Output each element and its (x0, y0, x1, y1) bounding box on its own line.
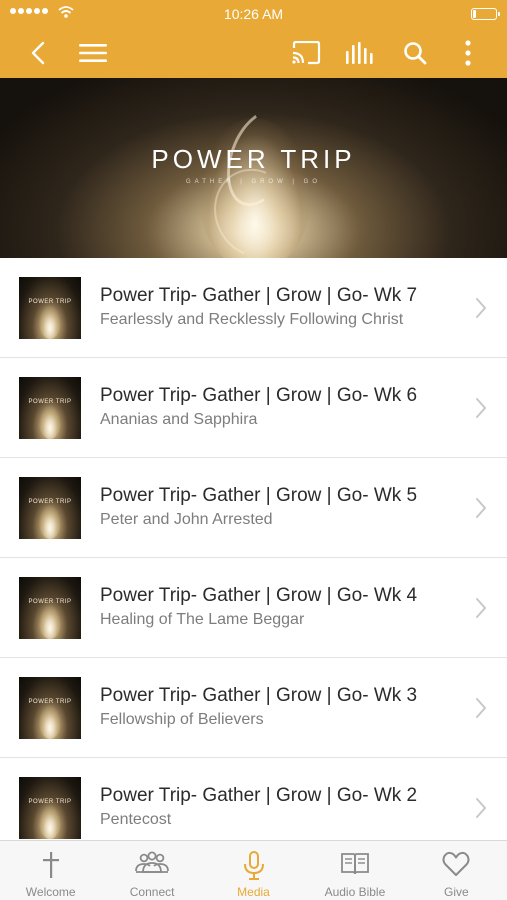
episode-thumbnail: POWER TRIP (19, 777, 81, 839)
tab-label: Connect (129, 885, 175, 899)
list-item[interactable]: POWER TRIP Power Trip- Gather | Grow | G… (0, 458, 507, 558)
banner-title: POWER TRIP (151, 144, 356, 174)
episode-subtitle: Healing of The Lame Beggar (100, 611, 305, 628)
nav-bar (0, 28, 507, 78)
episode-subtitle: Fellowship of Believers (100, 711, 264, 728)
episode-subtitle: Peter and John Arrested (100, 511, 273, 528)
list-item[interactable]: POWER TRIP Power Trip- Gather | Grow | G… (0, 658, 507, 758)
tab-bar: Welcome Connect Media Audio Bible Give (0, 840, 507, 900)
episode-thumbnail: POWER TRIP (19, 577, 81, 639)
cast-icon (292, 41, 321, 65)
episode-title: Power Trip- Gather | Grow | Go- Wk 7 (100, 285, 418, 306)
chevron-right-icon (476, 498, 486, 518)
menu-button[interactable] (78, 38, 108, 68)
episode-title: Power Trip- Gather | Grow | Go- Wk 3 (100, 685, 418, 706)
episode-thumbnail: POWER TRIP (19, 477, 81, 539)
cross-icon (42, 852, 59, 878)
episode-title: Power Trip- Gather | Grow | Go- Wk 5 (100, 485, 418, 506)
microphone-icon (243, 851, 264, 880)
episode-subtitle: Ananias and Sapphira (100, 411, 258, 428)
more-options-button[interactable] (453, 38, 483, 68)
episode-subtitle: Pentecost (100, 811, 172, 828)
tab-give[interactable]: Give (406, 841, 507, 900)
tab-label: Welcome (25, 885, 76, 899)
heart-icon (442, 851, 470, 876)
episode-thumbnail: POWER TRIP (19, 277, 81, 339)
hamburger-icon (79, 44, 107, 62)
tab-label: Media (237, 885, 270, 899)
episode-thumbnail: POWER TRIP (19, 377, 81, 439)
list-item[interactable]: POWER TRIP Power Trip- Gather | Grow | G… (0, 258, 507, 358)
tab-audio-bible[interactable]: Audio Bible (304, 841, 405, 900)
episode-list: POWER TRIP Power Trip- Gather | Grow | G… (0, 258, 507, 858)
chevron-left-icon (31, 41, 45, 65)
chevron-right-icon (476, 298, 486, 318)
status-bar: 10:26 AM (0, 0, 507, 28)
tab-label: Audio Bible (324, 885, 386, 899)
chevron-right-icon (476, 598, 486, 618)
audio-bars-icon (346, 42, 373, 64)
episode-title: Power Trip- Gather | Grow | Go- Wk 4 (100, 585, 418, 606)
list-item[interactable]: POWER TRIP Power Trip- Gather | Grow | G… (0, 358, 507, 458)
chevron-right-icon (476, 398, 486, 418)
banner-subtitle: GATHER | GROW | GO (185, 179, 321, 185)
episode-subtitle: Fearlessly and Recklessly Following Chri… (100, 311, 404, 328)
chevron-right-icon (476, 798, 486, 818)
cast-button[interactable] (291, 38, 321, 68)
episode-title: Power Trip- Gather | Grow | Go- Wk 2 (100, 785, 418, 806)
series-banner: POWER TRIP GATHER | GROW | GO (0, 78, 507, 258)
battery-icon (471, 8, 500, 20)
now-playing-button[interactable] (345, 38, 375, 68)
list-item[interactable]: POWER TRIP Power Trip- Gather | Grow | G… (0, 558, 507, 658)
status-time: 10:26 AM (223, 6, 284, 22)
episode-thumbnail: POWER TRIP (19, 677, 81, 739)
more-vertical-icon (465, 40, 471, 66)
search-icon (404, 42, 427, 65)
chevron-right-icon (476, 698, 486, 718)
tab-welcome[interactable]: Welcome (0, 841, 101, 900)
back-button[interactable] (23, 38, 53, 68)
tab-media[interactable]: Media (203, 841, 304, 900)
people-icon (135, 851, 170, 873)
tab-label: Give (443, 885, 469, 899)
search-button[interactable] (400, 38, 430, 68)
tab-connect[interactable]: Connect (101, 841, 202, 900)
episode-title: Power Trip- Gather | Grow | Go- Wk 6 (100, 385, 418, 406)
book-icon (341, 853, 369, 875)
